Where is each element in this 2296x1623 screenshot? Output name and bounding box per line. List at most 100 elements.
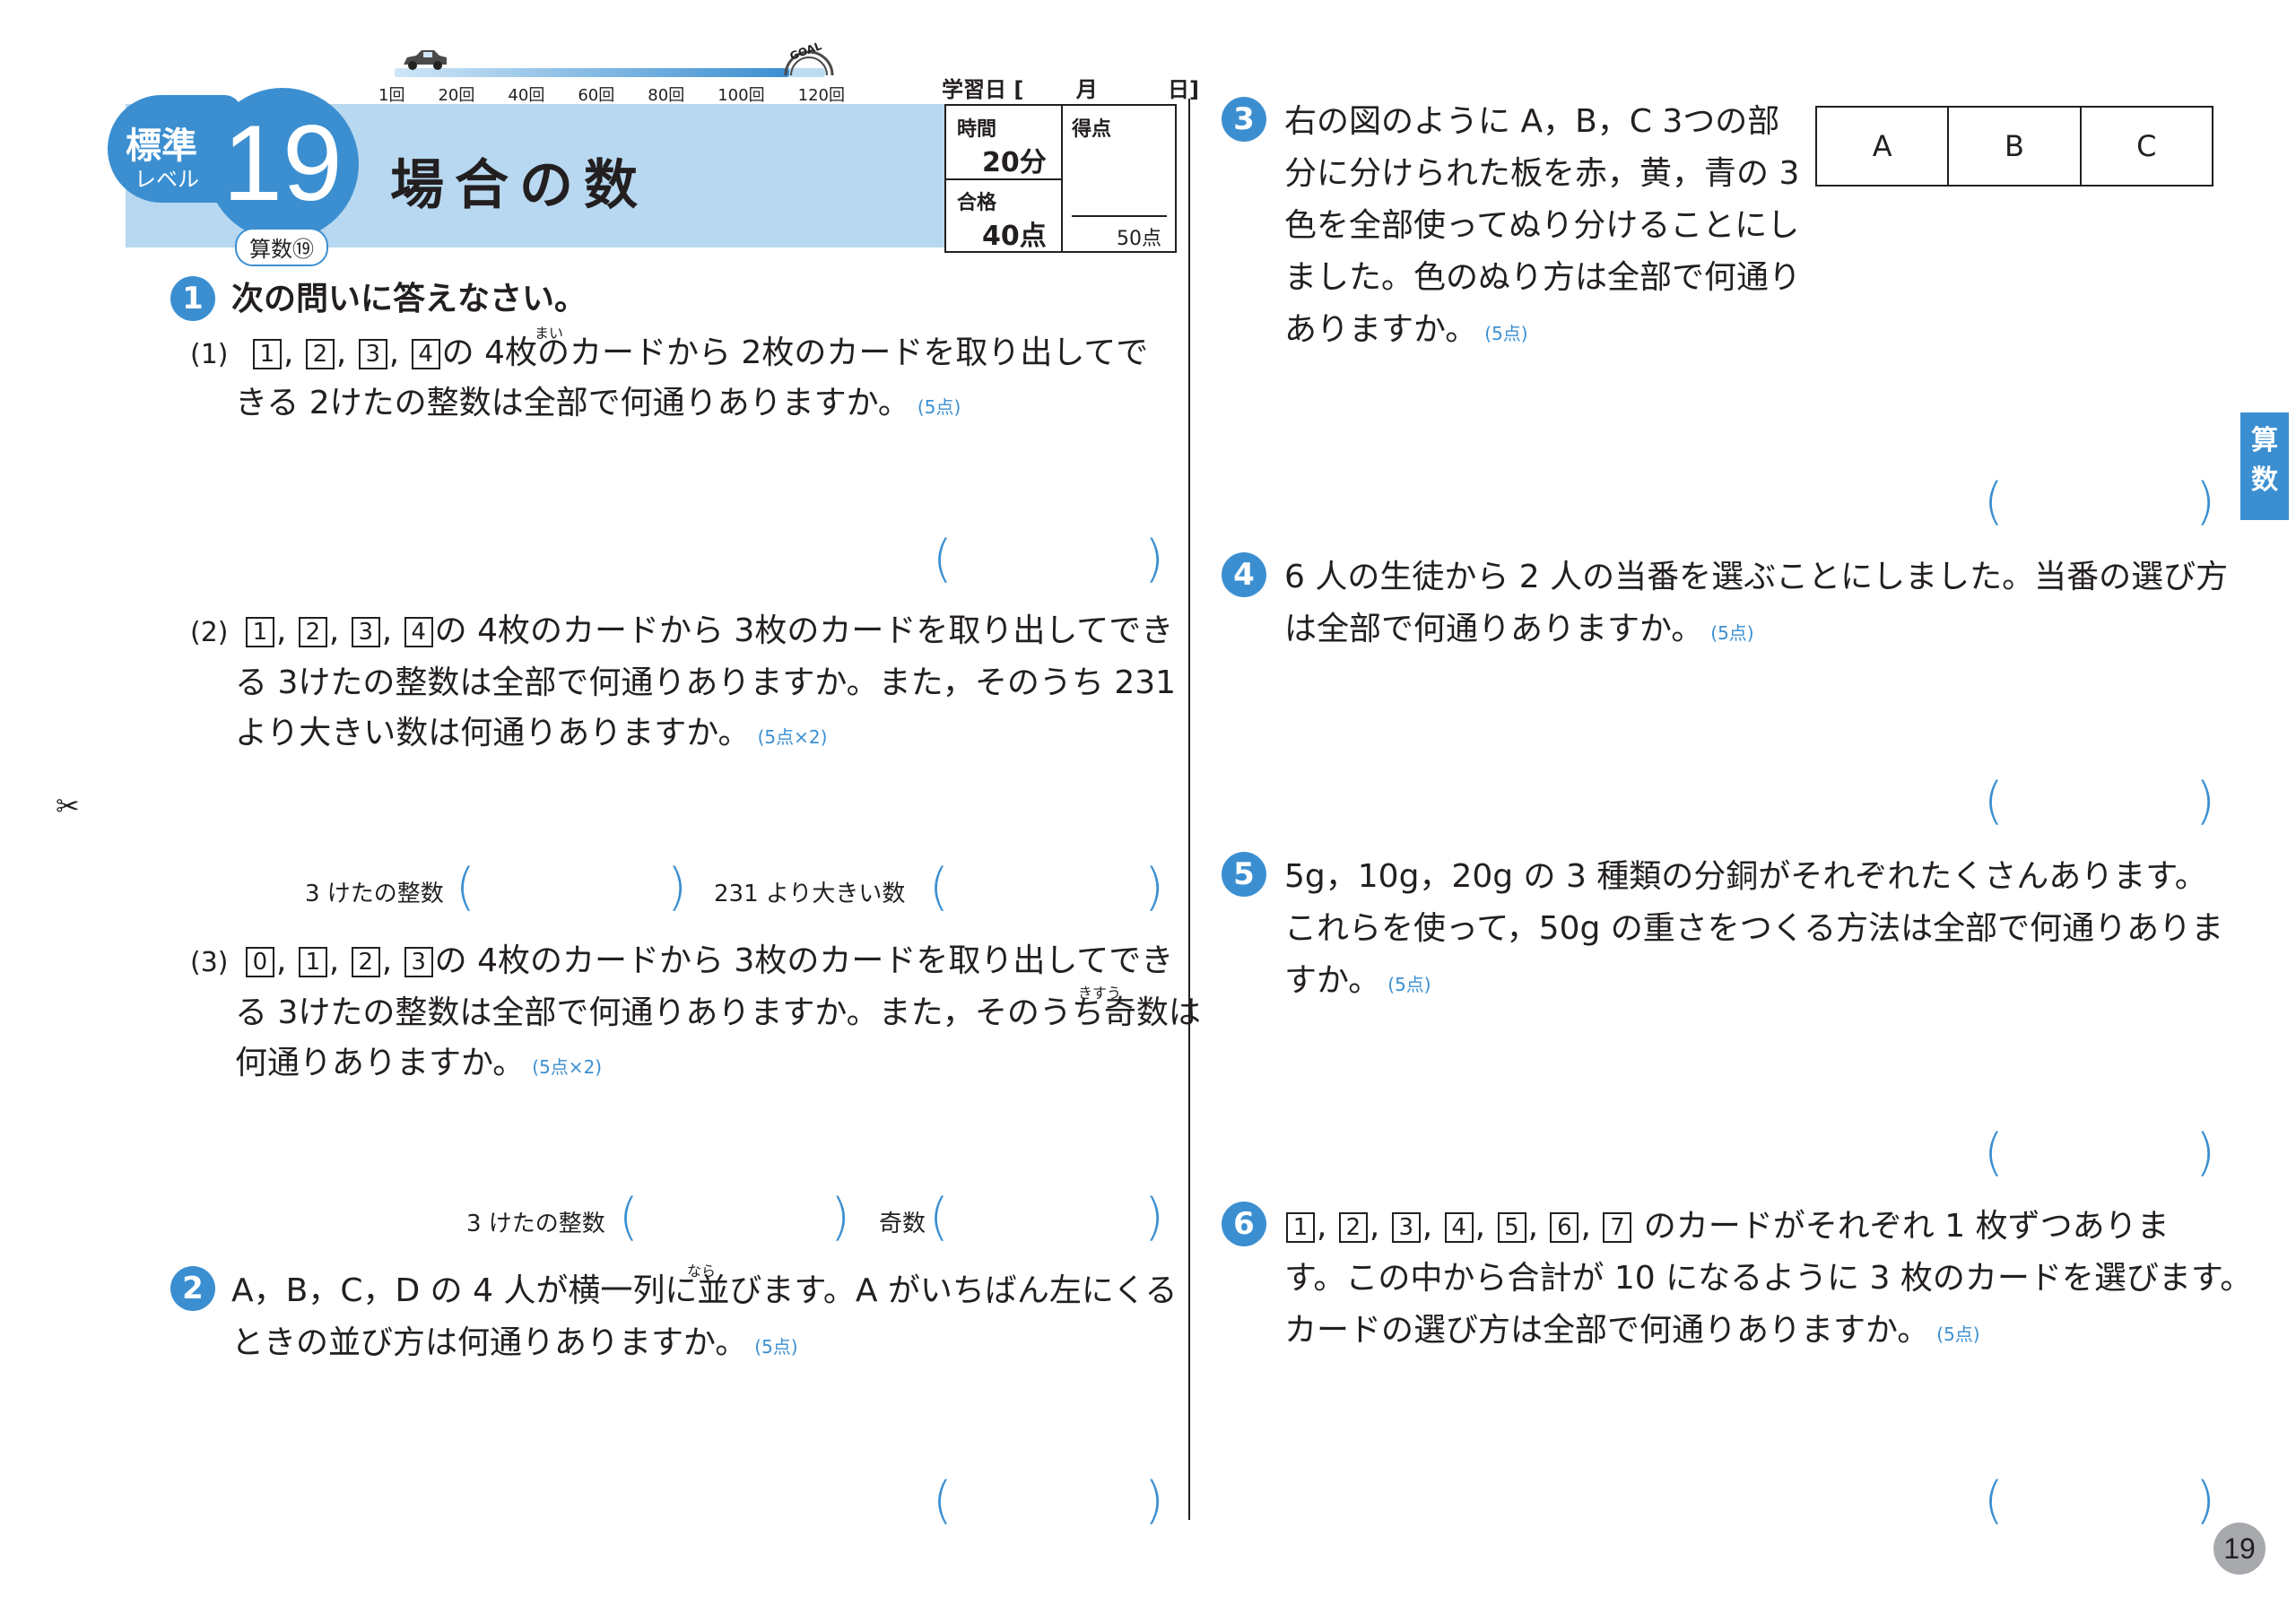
card-3: 3 bbox=[404, 947, 433, 977]
question-number-2: 2 bbox=[170, 1266, 215, 1311]
q1-p1-label: (1) bbox=[190, 339, 229, 370]
answer-paren-open: ( bbox=[1984, 1124, 2004, 1182]
tick-label: 120回 bbox=[797, 86, 845, 105]
q1-p2-ans2-label: 231 より大きい数 bbox=[714, 881, 906, 907]
points-label: (5点×2) bbox=[532, 1056, 603, 1078]
card-0: 0 bbox=[245, 947, 274, 977]
answer-field-q1-3a[interactable] bbox=[644, 1196, 823, 1246]
tick-label: 20回 bbox=[438, 86, 475, 105]
q1-p2-label: (2) bbox=[190, 617, 229, 648]
card-6: 6 bbox=[1550, 1212, 1579, 1243]
card-7: 7 bbox=[1603, 1212, 1632, 1243]
pass-value: 40点 bbox=[982, 221, 1047, 252]
q6-line3: カードの選び方は全部で何通りありますか。 (5点) bbox=[1284, 1312, 1980, 1349]
tick-label: 1回 bbox=[378, 86, 405, 105]
q1-p2-line3: より大きい数は何通りありますか。 (5点×2) bbox=[235, 715, 828, 751]
card-3: 3 bbox=[1391, 1212, 1421, 1243]
card-2: 2 bbox=[351, 947, 380, 977]
answer-paren-open: ( bbox=[929, 858, 949, 916]
page-title: 場合の数 bbox=[390, 154, 648, 217]
q5-line2: これらを使って，50g の重さをつくる方法は全部で何通りありま bbox=[1284, 910, 2224, 947]
car-icon bbox=[400, 47, 450, 75]
board-part-c: C bbox=[2136, 129, 2157, 163]
q3-line3: 色を全部使ってぬり分けることにし bbox=[1284, 207, 1800, 244]
answer-field-q6[interactable] bbox=[2011, 1478, 2190, 1528]
points-label: (5点) bbox=[754, 1336, 798, 1358]
progress-ticks: 1回 20回 40回 60回 80回 100回 120回 bbox=[378, 82, 845, 106]
q1-p2-line1: (2) 1, 2, 3, 4の 4枚のカードから 3枚のカードを取り出してでき bbox=[190, 612, 1174, 649]
answer-paren-close: ) bbox=[1144, 858, 1164, 916]
answer-paren-open: ( bbox=[1984, 1471, 2004, 1530]
answer-field-q5[interactable] bbox=[2011, 1130, 2190, 1180]
card-1: 1 bbox=[298, 947, 327, 977]
q4-line1: 6 人の生徒から 2 人の当番を選ぶことにしました。当番の選び方 bbox=[1284, 559, 2229, 595]
answer-field-q2[interactable] bbox=[960, 1478, 1139, 1528]
side-tab-line2: 数 bbox=[2251, 464, 2278, 496]
answer-paren-close: ) bbox=[1144, 530, 1164, 588]
card-2: 2 bbox=[298, 617, 327, 647]
card-3: 3 bbox=[358, 339, 387, 369]
progress-bar bbox=[395, 68, 789, 77]
answer-field-q1-2b[interactable] bbox=[954, 866, 1134, 916]
column-divider bbox=[1188, 99, 1190, 1520]
day-label: 日] bbox=[1168, 77, 1200, 102]
question-number-4: 4 bbox=[1222, 552, 1266, 597]
q5-line1: 5g，10g，20g の 3 種類の分銅がそれぞれたくさんあります。 bbox=[1284, 858, 2207, 895]
q1-p2-ans1-label: 3 けたの整数 bbox=[305, 881, 444, 907]
points-label: (5点) bbox=[1936, 1324, 1980, 1345]
q1-p3-line3: 何通りありますか。 (5点×2) bbox=[235, 1045, 603, 1081]
q1-p3-ans2-label: 奇数 bbox=[879, 1211, 926, 1237]
study-date-label: 学習日 [ bbox=[942, 77, 1024, 102]
abc-board: A B C bbox=[1815, 106, 2213, 187]
page-number: 19 bbox=[2213, 1523, 2266, 1575]
card-4: 4 bbox=[1444, 1212, 1474, 1243]
q1-p3-line2: る 3けたの整数は全部で何通りありますか。また，そのうち奇数は bbox=[235, 994, 1201, 1031]
card-4: 4 bbox=[404, 617, 433, 647]
q1-p3-line1: (3) 0, 1, 2, 3の 4枚のカードから 3枚のカードを取り出してでき bbox=[190, 942, 1174, 979]
answer-field-q3[interactable] bbox=[2011, 479, 2190, 529]
pass-label: 合格 bbox=[957, 192, 997, 214]
answer-paren-close: ) bbox=[2196, 1124, 2215, 1182]
card-1: 1 bbox=[252, 339, 282, 369]
answer-field-q1-1[interactable] bbox=[960, 536, 1139, 586]
points-label: (5点) bbox=[1710, 622, 1754, 644]
points-label: (5点×2) bbox=[757, 726, 828, 748]
q3-line1: 右の図のように A，B，C 3つの部 bbox=[1284, 103, 1780, 140]
card-5: 5 bbox=[1497, 1212, 1526, 1243]
card-2: 2 bbox=[1338, 1212, 1368, 1243]
board-part-b: B bbox=[1949, 108, 2082, 185]
card-1: 1 bbox=[1286, 1212, 1315, 1243]
board-part-a: A bbox=[1817, 108, 1950, 185]
q6-line2: す。この中から合計が 10 になるように 3 枚のカードを選びます。 bbox=[1284, 1260, 2253, 1297]
side-tab: 算 数 bbox=[2240, 412, 2289, 520]
points-label: (5点) bbox=[1387, 974, 1431, 995]
q1-p3-label: (3) bbox=[190, 947, 229, 978]
q3-line5: ありますか。 (5点) bbox=[1284, 311, 1528, 348]
q1-p1-line2: きる 2けたの整数は全部で何通りありますか。 (5点) bbox=[235, 385, 961, 421]
answer-paren-open: ( bbox=[933, 530, 952, 588]
scissors-icon: ✂ bbox=[56, 789, 80, 823]
q6-line1: 1, 2, 3, 4, 5, 6, 7 のカードがそれぞれ 1 枚ずつありま bbox=[1284, 1211, 2170, 1243]
answer-field-q4[interactable] bbox=[2011, 778, 2190, 829]
answer-paren-close: ) bbox=[831, 1188, 850, 1246]
answer-paren-close: ) bbox=[2196, 473, 2215, 531]
answer-field-q1-3b[interactable] bbox=[954, 1196, 1134, 1246]
score-total: 50点 bbox=[1117, 228, 1161, 250]
lesson-number: 19 bbox=[222, 103, 343, 223]
month-label: 月 bbox=[1075, 77, 1098, 102]
side-tab-line1: 算 bbox=[2251, 425, 2278, 456]
answer-paren-open: ( bbox=[933, 1471, 952, 1530]
answer-paren-open: ( bbox=[1984, 473, 2004, 531]
answer-paren-open: ( bbox=[619, 1188, 639, 1246]
q1-p3-ans1-label: 3 けたの整数 bbox=[466, 1211, 605, 1237]
q1-prompt: 次の問いに答えなさい。 bbox=[231, 281, 587, 317]
card-3: 3 bbox=[351, 617, 380, 647]
answer-paren-close: ) bbox=[2196, 1471, 2215, 1530]
points-label: (5点) bbox=[917, 396, 961, 418]
question-number-1: 1 bbox=[170, 276, 215, 321]
answer-paren-close: ) bbox=[667, 858, 687, 916]
answer-field-q1-2a[interactable] bbox=[481, 866, 660, 916]
answer-paren-close: ) bbox=[1144, 1188, 1164, 1246]
q3-line4: ました。色のぬり方は全部で何通り bbox=[1284, 259, 1802, 296]
question-number-3: 3 bbox=[1222, 97, 1266, 142]
